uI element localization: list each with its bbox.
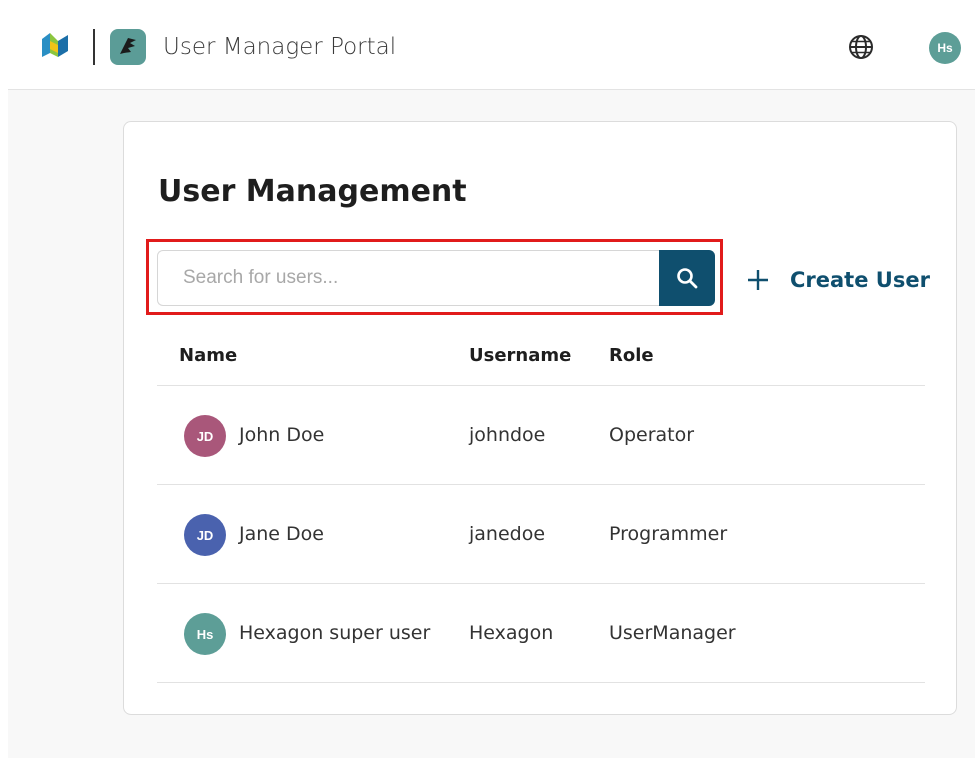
table-row[interactable]: JD John Doe johndoe Operator — [157, 386, 925, 485]
create-user-button[interactable]: Create User — [746, 264, 930, 296]
top-bar: User Manager Portal Hs — [8, 0, 975, 90]
avatar: Hs — [184, 613, 226, 655]
create-user-label: Create User — [790, 268, 930, 292]
page-title: User Management — [158, 174, 467, 209]
table-header: Name Username Role — [157, 327, 925, 386]
user-management-card: User Management Create User Name Usernam… — [123, 121, 957, 715]
row-name: Hexagon super user — [239, 622, 431, 644]
app-logo-icon — [110, 29, 146, 65]
hexagon-logo-icon — [42, 33, 68, 57]
users-table: Name Username Role JD John Doe johndoe O… — [157, 327, 925, 683]
row-role: Programmer — [609, 523, 728, 545]
row-name: John Doe — [239, 424, 325, 446]
avatar: JD — [184, 415, 226, 457]
globe-icon[interactable] — [847, 33, 875, 61]
user-avatar[interactable]: Hs — [929, 32, 961, 64]
column-header-username[interactable]: Username — [469, 345, 571, 366]
row-role: Operator — [609, 424, 695, 446]
row-username: johndoe — [469, 424, 546, 446]
row-role: UserManager — [609, 622, 736, 644]
row-name: Jane Doe — [239, 523, 324, 545]
search-highlight — [146, 239, 723, 315]
search-button[interactable] — [659, 250, 715, 306]
search-icon — [677, 268, 698, 289]
search-input[interactable] — [157, 250, 659, 306]
column-header-name[interactable]: Name — [179, 345, 237, 366]
header-divider — [93, 29, 95, 65]
table-row[interactable]: JD Jane Doe janedoe Programmer — [157, 485, 925, 584]
app-title: User Manager Portal — [163, 34, 397, 60]
row-username: janedoe — [469, 523, 546, 545]
table-row[interactable]: Hs Hexagon super user Hexagon UserManage… — [157, 584, 925, 683]
row-username: Hexagon — [469, 622, 554, 644]
column-header-role[interactable]: Role — [609, 345, 654, 366]
plus-icon — [748, 270, 768, 290]
avatar: JD — [184, 514, 226, 556]
